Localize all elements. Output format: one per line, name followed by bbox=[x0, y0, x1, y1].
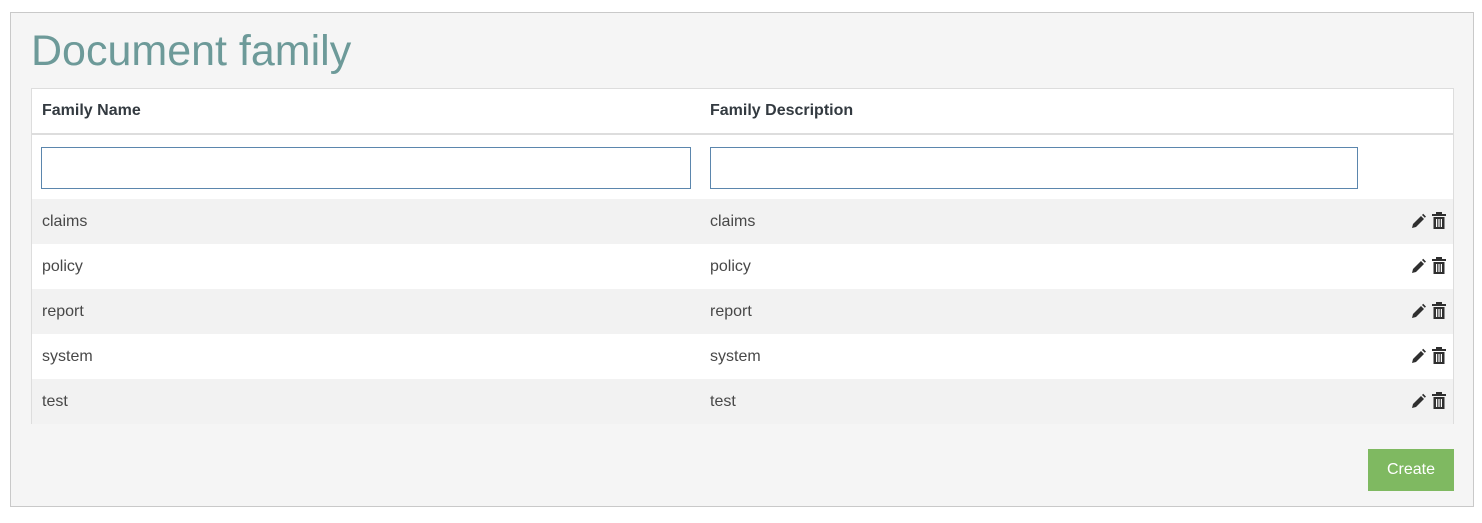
family-name-cell: policy bbox=[42, 258, 83, 275]
table-row[interactable]: system system bbox=[32, 334, 1453, 379]
family-description-cell: report bbox=[710, 303, 752, 320]
pencil-icon[interactable] bbox=[1410, 347, 1426, 365]
trash-icon[interactable] bbox=[1431, 212, 1447, 230]
row-actions bbox=[1410, 301, 1447, 321]
table-header: Family Name Family Description bbox=[32, 89, 1453, 135]
create-button[interactable]: Create bbox=[1368, 449, 1454, 491]
family-name-cell: test bbox=[42, 393, 68, 410]
row-actions bbox=[1410, 391, 1447, 411]
trash-icon[interactable] bbox=[1431, 347, 1447, 365]
family-name-cell: system bbox=[42, 348, 93, 365]
family-description-cell: test bbox=[710, 393, 736, 410]
row-actions bbox=[1410, 346, 1447, 366]
family-name-cell: report bbox=[42, 303, 84, 320]
pencil-icon[interactable] bbox=[1410, 257, 1426, 275]
family-name-cell: claims bbox=[42, 213, 88, 230]
family-description-filter-input[interactable] bbox=[710, 147, 1358, 189]
filter-row bbox=[32, 135, 1453, 199]
family-description-cell: claims bbox=[710, 213, 756, 230]
pencil-icon[interactable] bbox=[1410, 212, 1426, 230]
table-row[interactable]: claims claims bbox=[32, 199, 1453, 244]
pencil-icon[interactable] bbox=[1410, 302, 1426, 320]
family-description-cell: system bbox=[710, 348, 761, 365]
table-body: claims claims policy policy report repor… bbox=[32, 199, 1453, 424]
trash-icon[interactable] bbox=[1431, 302, 1447, 320]
table-row[interactable]: policy policy bbox=[32, 244, 1453, 289]
family-name-filter-input[interactable] bbox=[41, 147, 691, 189]
table-row[interactable]: report report bbox=[32, 289, 1453, 334]
row-actions bbox=[1410, 211, 1447, 231]
trash-icon[interactable] bbox=[1431, 257, 1447, 275]
table-row[interactable]: test test bbox=[32, 379, 1453, 424]
pencil-icon[interactable] bbox=[1410, 392, 1426, 410]
row-actions bbox=[1410, 256, 1447, 276]
trash-icon[interactable] bbox=[1431, 392, 1447, 410]
page-title: Document family bbox=[31, 27, 352, 75]
column-header-family-name[interactable]: Family Name bbox=[42, 102, 141, 120]
family-description-cell: policy bbox=[710, 258, 751, 275]
document-family-panel: Document family Family Name Family Descr… bbox=[10, 12, 1474, 507]
column-header-family-description[interactable]: Family Description bbox=[710, 102, 853, 120]
family-table: Family Name Family Description claims cl… bbox=[31, 88, 1454, 424]
